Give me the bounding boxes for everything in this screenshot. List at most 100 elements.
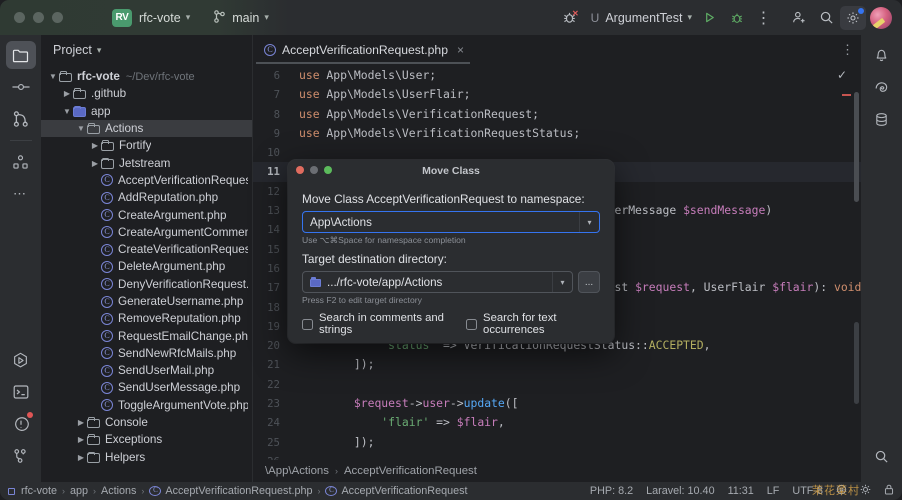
line-number[interactable]: 21 <box>253 355 289 374</box>
status-breadcrumb-app[interactable]: app <box>70 485 88 497</box>
line-number[interactable]: 12 <box>253 182 289 201</box>
line-separator-label[interactable]: LF <box>767 485 780 497</box>
code-text[interactable] <box>289 375 299 394</box>
line-number[interactable]: 11 <box>253 162 289 181</box>
editor-more-actions-icon[interactable]: ⋮ <box>841 42 855 58</box>
sidebar-item-project[interactable] <box>5 41 36 69</box>
dialog-traffic-lights[interactable] <box>296 166 332 174</box>
tree-item-app[interactable]: ▼ app <box>41 103 252 120</box>
tree-item-github[interactable]: ▶ .github <box>41 85 252 102</box>
run-configuration-selector[interactable]: U ArgumentTest ▾ <box>591 11 692 25</box>
browse-directory-button[interactable]: ... <box>578 271 600 293</box>
search-comments-checkbox[interactable]: Search in comments and strings <box>302 312 456 336</box>
tree-item-addreputation-php[interactable]: C AddReputation.php <box>41 189 252 206</box>
line-number[interactable]: 19 <box>253 317 289 336</box>
dialog-close-button[interactable] <box>296 166 304 174</box>
chevron-down-icon[interactable]: ▼ <box>75 124 87 133</box>
minimize-window-button[interactable] <box>33 12 44 23</box>
sidebar-item-pull-requests[interactable] <box>6 105 36 133</box>
more-options-icon[interactable]: ⋮ <box>750 5 777 31</box>
line-number[interactable]: 22 <box>253 375 289 394</box>
tree-item-generateusername-php[interactable]: C GenerateUsername.php <box>41 293 252 310</box>
sidebar-item-ai-assistant[interactable] <box>867 73 897 101</box>
laravel-version-label[interactable]: Laravel: 10.40 <box>646 485 714 497</box>
project-name-label[interactable]: rfc-vote <box>139 11 181 25</box>
tree-item-createargumentcomment-php[interactable]: C CreateArgumentComment.php <box>41 224 252 241</box>
line-number[interactable]: 17 <box>253 278 289 297</box>
tree-item-sendusermessage-php[interactable]: C SendUserMessage.php <box>41 379 252 396</box>
tree-item-removereputation-php[interactable]: C RemoveReputation.php <box>41 310 252 327</box>
branch-selector[interactable]: main ▾ <box>214 9 269 26</box>
directory-combobox[interactable]: .../rfc-vote/app/Actions ▾ <box>302 271 573 293</box>
project-panel-header[interactable]: Project ▾ <box>41 35 252 65</box>
chevron-right-icon[interactable]: ▶ <box>89 159 101 168</box>
sidebar-item-commit[interactable] <box>6 73 36 101</box>
tree-item-deleteargument-php[interactable]: C DeleteArgument.php <box>41 258 252 275</box>
sidebar-item-notifications[interactable] <box>867 41 897 69</box>
chevron-down-icon[interactable]: ▾ <box>186 12 191 23</box>
tree-item-rfc-vote[interactable]: ▼ rfc-vote ~/Dev/rfc-vote <box>41 68 252 85</box>
tree-item-console[interactable]: ▶ Console <box>41 414 252 431</box>
sidebar-item-structure[interactable] <box>6 148 36 176</box>
sidebar-item-run[interactable] <box>6 346 36 374</box>
editor-scrollbar-thumb-secondary[interactable] <box>854 322 859 404</box>
breadcrumb-namespace[interactable]: \App\Actions <box>265 465 329 477</box>
tree-item-jetstream[interactable]: ▶ Jetstream <box>41 154 252 171</box>
tree-item-fortify[interactable]: ▶ Fortify <box>41 137 252 154</box>
inspection-status-icon[interactable]: ✓ <box>837 68 847 82</box>
code-line[interactable]: 23 $request->user->update([ <box>253 394 861 413</box>
chevron-down-icon[interactable]: ▼ <box>47 72 59 81</box>
chevron-down-icon[interactable]: ▼ <box>61 107 73 116</box>
add-user-icon[interactable] <box>786 5 813 31</box>
line-number[interactable]: 9 <box>253 124 289 143</box>
tree-item-sendusermail-php[interactable]: C SendUserMail.php <box>41 362 252 379</box>
run-button[interactable] <box>696 5 723 31</box>
line-number[interactable]: 16 <box>253 259 289 278</box>
tree-item-createverificationrequest-php[interactable]: C CreateVerificationRequest.php <box>41 241 252 258</box>
line-number[interactable]: 10 <box>253 143 289 162</box>
code-line[interactable]: 21 ]); <box>253 355 861 374</box>
user-avatar[interactable] <box>870 6 892 29</box>
code-line[interactable]: 9 use App\Models\VerificationRequestStatu… <box>253 124 861 143</box>
chevron-down-icon[interactable]: ▾ <box>552 272 572 292</box>
lock-icon[interactable] <box>884 484 894 498</box>
namespace-combobox[interactable]: App\Actions ▾ <box>302 211 600 233</box>
editor-scrollbar-thumb[interactable] <box>854 92 859 202</box>
code-text[interactable]: use App\Models\VerificationRequestStatus… <box>289 124 580 143</box>
window-traffic-lights[interactable] <box>0 12 63 23</box>
code-line[interactable]: 24 'flair' => $flair, <box>253 413 861 432</box>
namespace-value[interactable]: App\Actions <box>310 216 579 229</box>
search-text-checkbox[interactable]: Search for text occurrences <box>466 312 600 336</box>
status-breadcrumb-project[interactable]: rfc-vote <box>21 485 57 497</box>
chevron-down-icon[interactable]: ▾ <box>579 212 599 232</box>
chevron-right-icon[interactable]: ▶ <box>75 453 87 462</box>
tree-item-toggleargumentvote-php[interactable]: C ToggleArgumentVote.php <box>41 397 252 414</box>
line-number[interactable]: 15 <box>253 240 289 259</box>
code-text[interactable]: use App\Models\User; <box>289 66 436 85</box>
line-number[interactable]: 26 <box>253 452 289 460</box>
code-line[interactable]: 6 use App\Models\User; <box>253 66 861 85</box>
status-breadcrumb[interactable]: rfc-vote › app › Actions › C AcceptVerif… <box>8 485 468 497</box>
sidebar-item-problems[interactable] <box>6 410 36 438</box>
sidebar-item-terminal[interactable] <box>6 378 36 406</box>
chevron-right-icon[interactable]: ▶ <box>61 89 73 98</box>
code-line[interactable]: 7 use App\Models\UserFlair; <box>253 85 861 104</box>
chevron-right-icon[interactable]: ▶ <box>75 418 87 427</box>
line-number[interactable]: 7 <box>253 85 289 104</box>
line-number[interactable]: 13 <box>253 201 289 220</box>
status-breadcrumb-file[interactable]: AcceptVerificationRequest.php <box>165 485 312 497</box>
checkbox-box[interactable] <box>466 318 478 330</box>
line-number[interactable]: 6 <box>253 66 289 85</box>
code-text[interactable]: ]); <box>289 355 375 374</box>
dialog-maximize-button[interactable] <box>324 166 332 174</box>
code-text[interactable]: ]); <box>289 433 375 452</box>
code-text[interactable]: 'flair' => $flair, <box>289 413 504 432</box>
chevron-right-icon[interactable]: ▶ <box>89 141 101 150</box>
sidebar-item-more-tools[interactable]: ⋯ <box>6 180 36 208</box>
tree-item-acceptverificationrequest-php[interactable]: C AcceptVerificationRequest.php <box>41 172 252 189</box>
php-version-label[interactable]: PHP: 8.2 <box>590 485 633 497</box>
code-text[interactable]: use App\Models\UserFlair; <box>289 85 470 104</box>
code-text[interactable]: use App\Models\VerificationRequest; <box>289 105 539 124</box>
line-number[interactable]: 20 <box>253 336 289 355</box>
close-window-button[interactable] <box>14 12 25 23</box>
